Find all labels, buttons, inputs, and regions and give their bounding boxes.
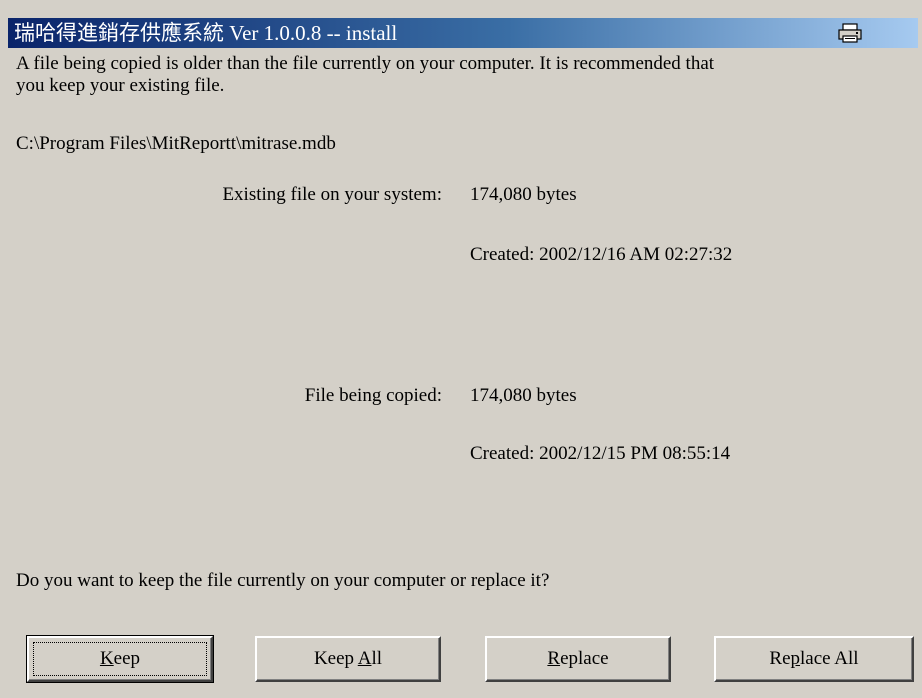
replace-all-button-label: Replace All xyxy=(769,648,859,669)
keep-all-button[interactable]: Keep All xyxy=(255,636,441,682)
existing-file-label: Existing file on your system: xyxy=(222,184,442,205)
existing-file-size: 174,080 bytes xyxy=(470,184,577,205)
question-text: Do you want to keep the file currently o… xyxy=(16,570,550,591)
replace-button[interactable]: Replace xyxy=(485,636,671,682)
replace-button-label: Replace xyxy=(547,648,609,669)
title-bar[interactable]: 瑞哈得進銷存供應系統 Ver 1.0.0.8 -- install xyxy=(8,18,918,48)
keep-all-button-label: Keep All xyxy=(313,648,383,669)
printer-icon[interactable] xyxy=(836,21,864,45)
copied-file-size: 174,080 bytes xyxy=(470,385,577,406)
copied-file-label: File being copied: xyxy=(304,385,442,406)
message-line-1: A file being copied is older than the fi… xyxy=(16,53,715,74)
message-line-2: you keep your existing file. xyxy=(16,75,225,96)
existing-file-created: Created: 2002/12/16 AM 02:27:32 xyxy=(470,244,733,265)
replace-all-button[interactable]: Replace All xyxy=(714,636,914,682)
install-dialog: 瑞哈得進銷存供應系統 Ver 1.0.0.8 -- install A file… xyxy=(0,0,922,698)
window-title: 瑞哈得進銷存供應系統 Ver 1.0.0.8 -- install xyxy=(14,21,398,45)
keep-button-label: Keep xyxy=(99,648,141,669)
copied-file-created: Created: 2002/12/15 PM 08:55:14 xyxy=(470,443,731,464)
file-path: C:\Program Files\MitReportt\mitrase.mdb xyxy=(16,133,336,154)
keep-button[interactable]: Keep xyxy=(26,635,214,683)
